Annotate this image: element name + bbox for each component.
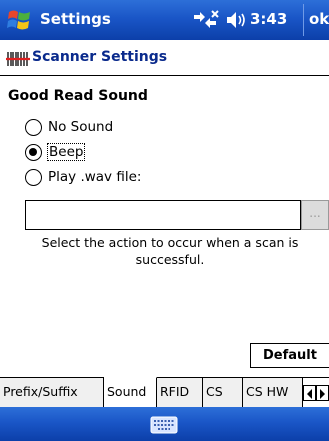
- help-text: Select the action to occur when a scan i…: [41, 235, 299, 267]
- tab-strip: Prefix/Suffix Sound RFID CS CS HW: [0, 377, 329, 408]
- radio-play-wav[interactable]: Play .wav file:: [25, 166, 141, 188]
- tab-rfid[interactable]: RFID: [157, 378, 203, 407]
- barcode-scanner-icon: [6, 51, 30, 67]
- browse-button[interactable]: ...: [301, 200, 329, 230]
- radio-button[interactable]: [25, 168, 42, 186]
- soft-key-bar: [0, 407, 329, 441]
- radio-label[interactable]: Play .wav file:: [48, 169, 141, 185]
- section-title: Good Read Sound: [8, 88, 148, 104]
- connectivity-icon[interactable]: [190, 9, 220, 31]
- radio-label[interactable]: No Sound: [48, 119, 113, 135]
- keyboard-icon[interactable]: [150, 416, 178, 434]
- tab-sound[interactable]: Sound: [104, 377, 157, 407]
- radio-button-selected[interactable]: [25, 143, 42, 161]
- clock[interactable]: 3:43: [250, 10, 287, 28]
- tab-prefix-suffix[interactable]: Prefix/Suffix: [0, 378, 104, 407]
- app-title: Settings: [40, 10, 111, 28]
- wav-file-input[interactable]: [25, 200, 301, 230]
- title-bar: Settings 3:43 ok: [0, 0, 329, 40]
- radio-label[interactable]: Beep: [46, 143, 86, 161]
- radio-beep[interactable]: Beep: [25, 141, 86, 163]
- speaker-icon[interactable]: [225, 9, 247, 31]
- windows-start-icon[interactable]: [6, 6, 34, 34]
- tab-scroll-left-icon[interactable]: [303, 385, 316, 401]
- default-button[interactable]: Default: [250, 343, 329, 368]
- tab-cs-hw[interactable]: CS HW: [243, 378, 303, 407]
- page-title: Scanner Settings: [32, 49, 168, 65]
- radio-no-sound[interactable]: No Sound: [25, 116, 113, 138]
- radio-button[interactable]: [25, 118, 42, 136]
- tab-scroll-right-icon[interactable]: [316, 385, 329, 401]
- page-header: Scanner Settings: [0, 40, 329, 76]
- ok-button[interactable]: ok: [303, 4, 329, 36]
- tab-cs[interactable]: CS: [203, 378, 243, 407]
